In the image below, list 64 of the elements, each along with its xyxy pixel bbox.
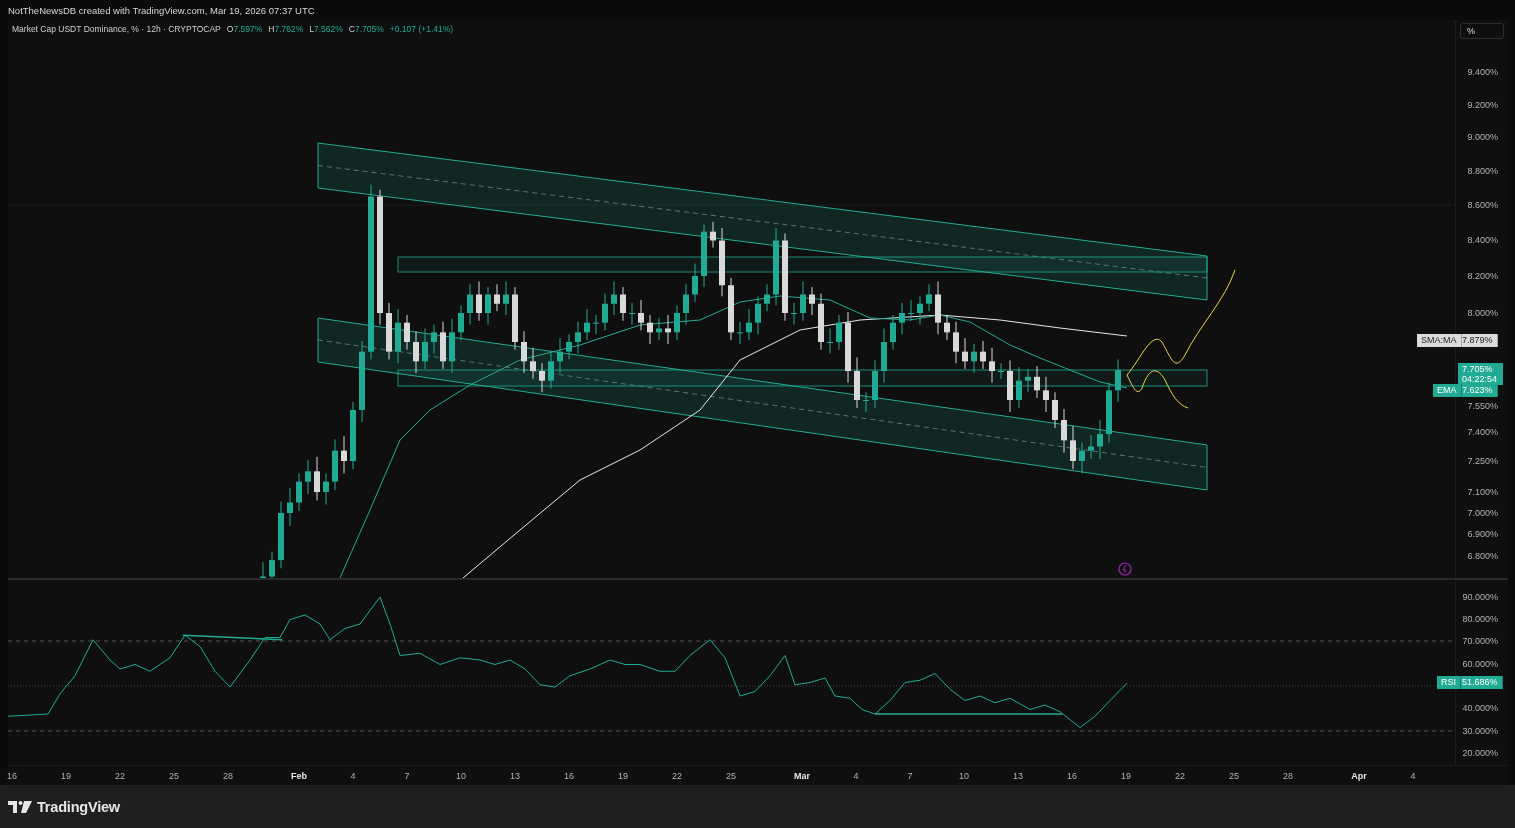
logo-text: TradingView: [37, 798, 120, 815]
date-label: 16: [7, 771, 17, 781]
price-tick: 8.200%: [1467, 271, 1498, 281]
rsi-tick: 80.000%: [1462, 614, 1498, 624]
change-value: +0.107 (+1.41%): [389, 24, 454, 34]
price-tick: 9.000%: [1467, 132, 1498, 142]
price-tick: 7.400%: [1467, 427, 1498, 437]
attribution-text: NotTheNewsDB created with TradingView.com, Mar 19, 2026 07:37 UTC: [8, 4, 315, 16]
date-label: 28: [223, 771, 233, 781]
ohlc-value: H7.762%: [268, 24, 304, 34]
date-label: 25: [1229, 771, 1239, 781]
rsi-tick: 90.000%: [1462, 592, 1498, 602]
rsi-value: 51.686%: [1458, 676, 1503, 689]
price-tick: 8.400%: [1467, 235, 1498, 245]
date-label: 4: [853, 771, 859, 781]
date-label: 22: [672, 771, 682, 781]
rsi-badge: RSI: [1437, 676, 1461, 689]
ohlc-value: O7.597%: [226, 24, 263, 34]
rsi-tick: 30.000%: [1462, 726, 1498, 736]
price-tick: 6.800%: [1467, 551, 1498, 561]
price-tick: 8.000%: [1467, 308, 1498, 318]
date-label: 16: [1067, 771, 1077, 781]
date-label: 4: [1410, 771, 1416, 781]
logo-icon: [8, 800, 32, 813]
date-label: 4: [350, 771, 356, 781]
price-tick: 6.900%: [1467, 529, 1498, 539]
date-label: 7: [907, 771, 913, 781]
date-label: 22: [115, 771, 125, 781]
rsi-tick: 40.000%: [1462, 703, 1498, 713]
date-label: 25: [169, 771, 179, 781]
last-price-badge: 7.705% 04:22:54: [1458, 363, 1503, 385]
date-label: 10: [959, 771, 969, 781]
rsi-tick: 70.000%: [1462, 636, 1498, 646]
symbol-title: Market Cap USDT Dominance, % · 12h · CRYPTOCAP: [12, 24, 221, 34]
price-tick: 7.000%: [1467, 508, 1498, 518]
price-tick: 7.250%: [1467, 456, 1498, 466]
date-label: 13: [1013, 771, 1023, 781]
rsi-tick: 20.000%: [1462, 748, 1498, 758]
date-label: 19: [618, 771, 628, 781]
rsi-tick: 60.000%: [1462, 659, 1498, 669]
date-label: 28: [1283, 771, 1293, 781]
indicator-badge: SMA:MA: [1417, 334, 1462, 347]
date-label: 10: [456, 771, 466, 781]
date-label: 16: [564, 771, 574, 781]
date-label: Apr: [1351, 771, 1367, 781]
price-tick: 7.100%: [1467, 487, 1498, 497]
indicator-badge: EMA: [1433, 384, 1462, 397]
date-label: Mar: [794, 771, 810, 781]
date-label: 22: [1175, 771, 1185, 781]
price-tick: 8.800%: [1467, 166, 1498, 176]
price-tick: 9.400%: [1467, 67, 1498, 77]
date-label: 7: [404, 771, 410, 781]
unit-button[interactable]: %: [1460, 23, 1504, 39]
date-label: 13: [510, 771, 520, 781]
lightning-icon: [1118, 562, 1132, 576]
price-tick: 8.600%: [1467, 200, 1498, 210]
price-tick: 9.200%: [1467, 100, 1498, 110]
date-label: 19: [61, 771, 71, 781]
date-label: 25: [726, 771, 736, 781]
ohlc-value: L7.562%: [309, 24, 343, 34]
date-label: Feb: [291, 771, 307, 781]
price-tick: 7.550%: [1467, 401, 1498, 411]
date-label: 19: [1121, 771, 1131, 781]
ohlc-value: C7.705%: [348, 24, 384, 34]
